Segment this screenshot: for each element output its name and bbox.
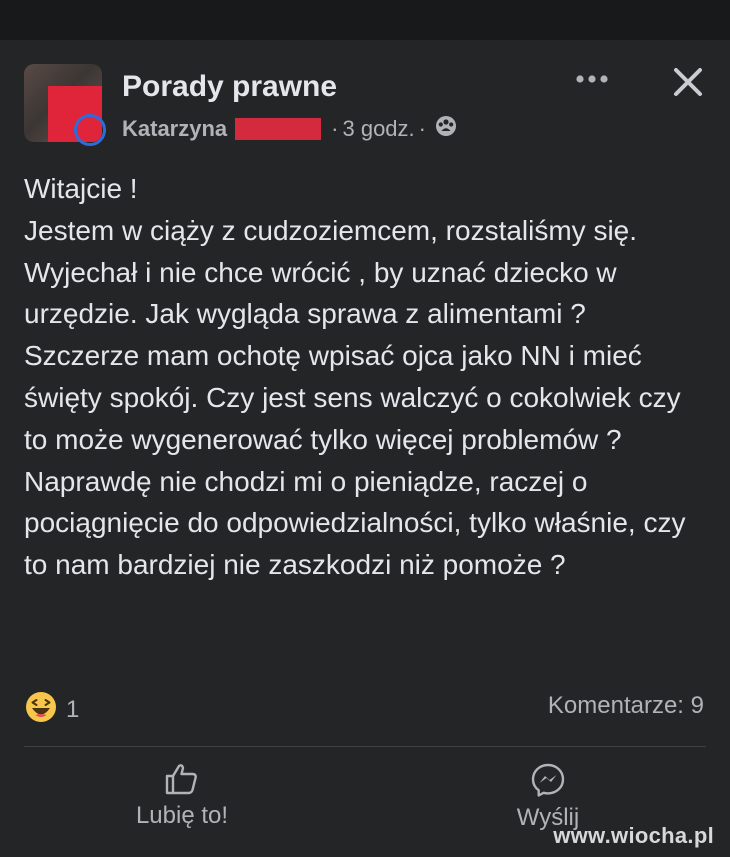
more-icon [576,75,608,83]
watermark: www.wiocha.pl [553,823,714,848]
reactions-summary[interactable]: 1 [24,690,79,729]
post-body-text: Witajcie ! Jestem w ciąży z cudzoziemcem… [24,173,686,581]
haha-reaction-icon [24,690,58,729]
send-button[interactable]: Wyślij [448,762,648,832]
group-name[interactable]: Porady prawne [122,70,337,104]
top-bar [0,0,730,40]
thumbs-up-icon [165,764,197,795]
author-surname-redaction [235,118,322,140]
actions-divider [24,746,706,747]
like-label: Lubię to! [135,802,229,829]
more-options-button[interactable] [570,64,614,94]
like-button[interactable]: Lubię to! [82,762,282,832]
meta-separator-2: · [418,116,426,141]
group-avatar[interactable] [24,64,106,148]
meta-separator: · [331,116,339,141]
post-meta: Katarzyna · 3 godz. · [122,114,458,144]
comments-count[interactable]: Komentarze: 9 [548,692,704,720]
close-icon [674,68,702,96]
post-header: Porady prawne Katarzyna · 3 godz. · [24,64,706,148]
post-time[interactable]: 3 godz. [342,116,414,142]
reaction-count: 1 [66,695,80,723]
author-name[interactable]: Katarzyna [122,116,227,142]
author-avatar-ring [74,114,106,146]
close-button[interactable] [670,64,706,100]
group-audience-icon [434,114,458,144]
messenger-icon [531,763,565,797]
